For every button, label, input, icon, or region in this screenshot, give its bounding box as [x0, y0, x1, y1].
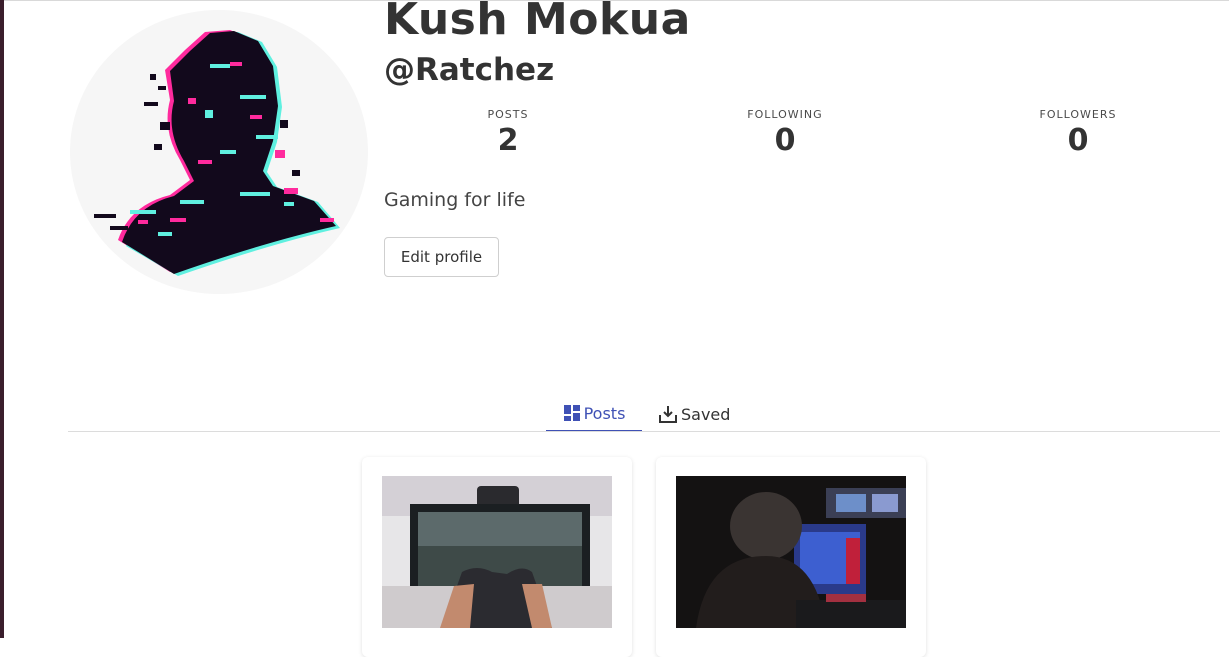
- edit-profile-button[interactable]: Edit profile: [384, 237, 499, 277]
- profile-name: Kush Mokua: [384, 0, 691, 45]
- avatar[interactable]: [70, 10, 368, 294]
- download-icon: [658, 404, 678, 424]
- stat-following[interactable]: FOLLOWING 0: [705, 108, 865, 158]
- profile-handle: @Ratchez: [384, 52, 555, 88]
- post-image[interactable]: [676, 476, 906, 628]
- tab-saved-label: Saved: [681, 404, 731, 424]
- stat-posts: POSTS 2: [428, 108, 588, 158]
- stat-posts-value: 2: [497, 123, 519, 158]
- profile-bio: Gaming for life: [384, 189, 526, 211]
- tab-posts-label: Posts: [583, 403, 626, 423]
- stat-followers[interactable]: FOLLOWERS 0: [998, 108, 1158, 158]
- stat-followers-label: FOLLOWERS: [1039, 108, 1117, 121]
- tabs-divider: [68, 431, 1220, 432]
- stat-posts-label: POSTS: [487, 108, 529, 121]
- tab-posts[interactable]: Posts: [546, 396, 642, 432]
- grid-icon: [563, 404, 581, 422]
- post-card[interactable]: [362, 457, 632, 657]
- post-card[interactable]: [656, 457, 926, 657]
- window-edge: [0, 0, 4, 638]
- stat-followers-value: 0: [1067, 123, 1089, 158]
- post-image[interactable]: [382, 476, 612, 628]
- stat-following-label: FOLLOWING: [747, 108, 823, 121]
- stat-following-value: 0: [774, 123, 796, 158]
- tab-saved[interactable]: Saved: [658, 396, 738, 432]
